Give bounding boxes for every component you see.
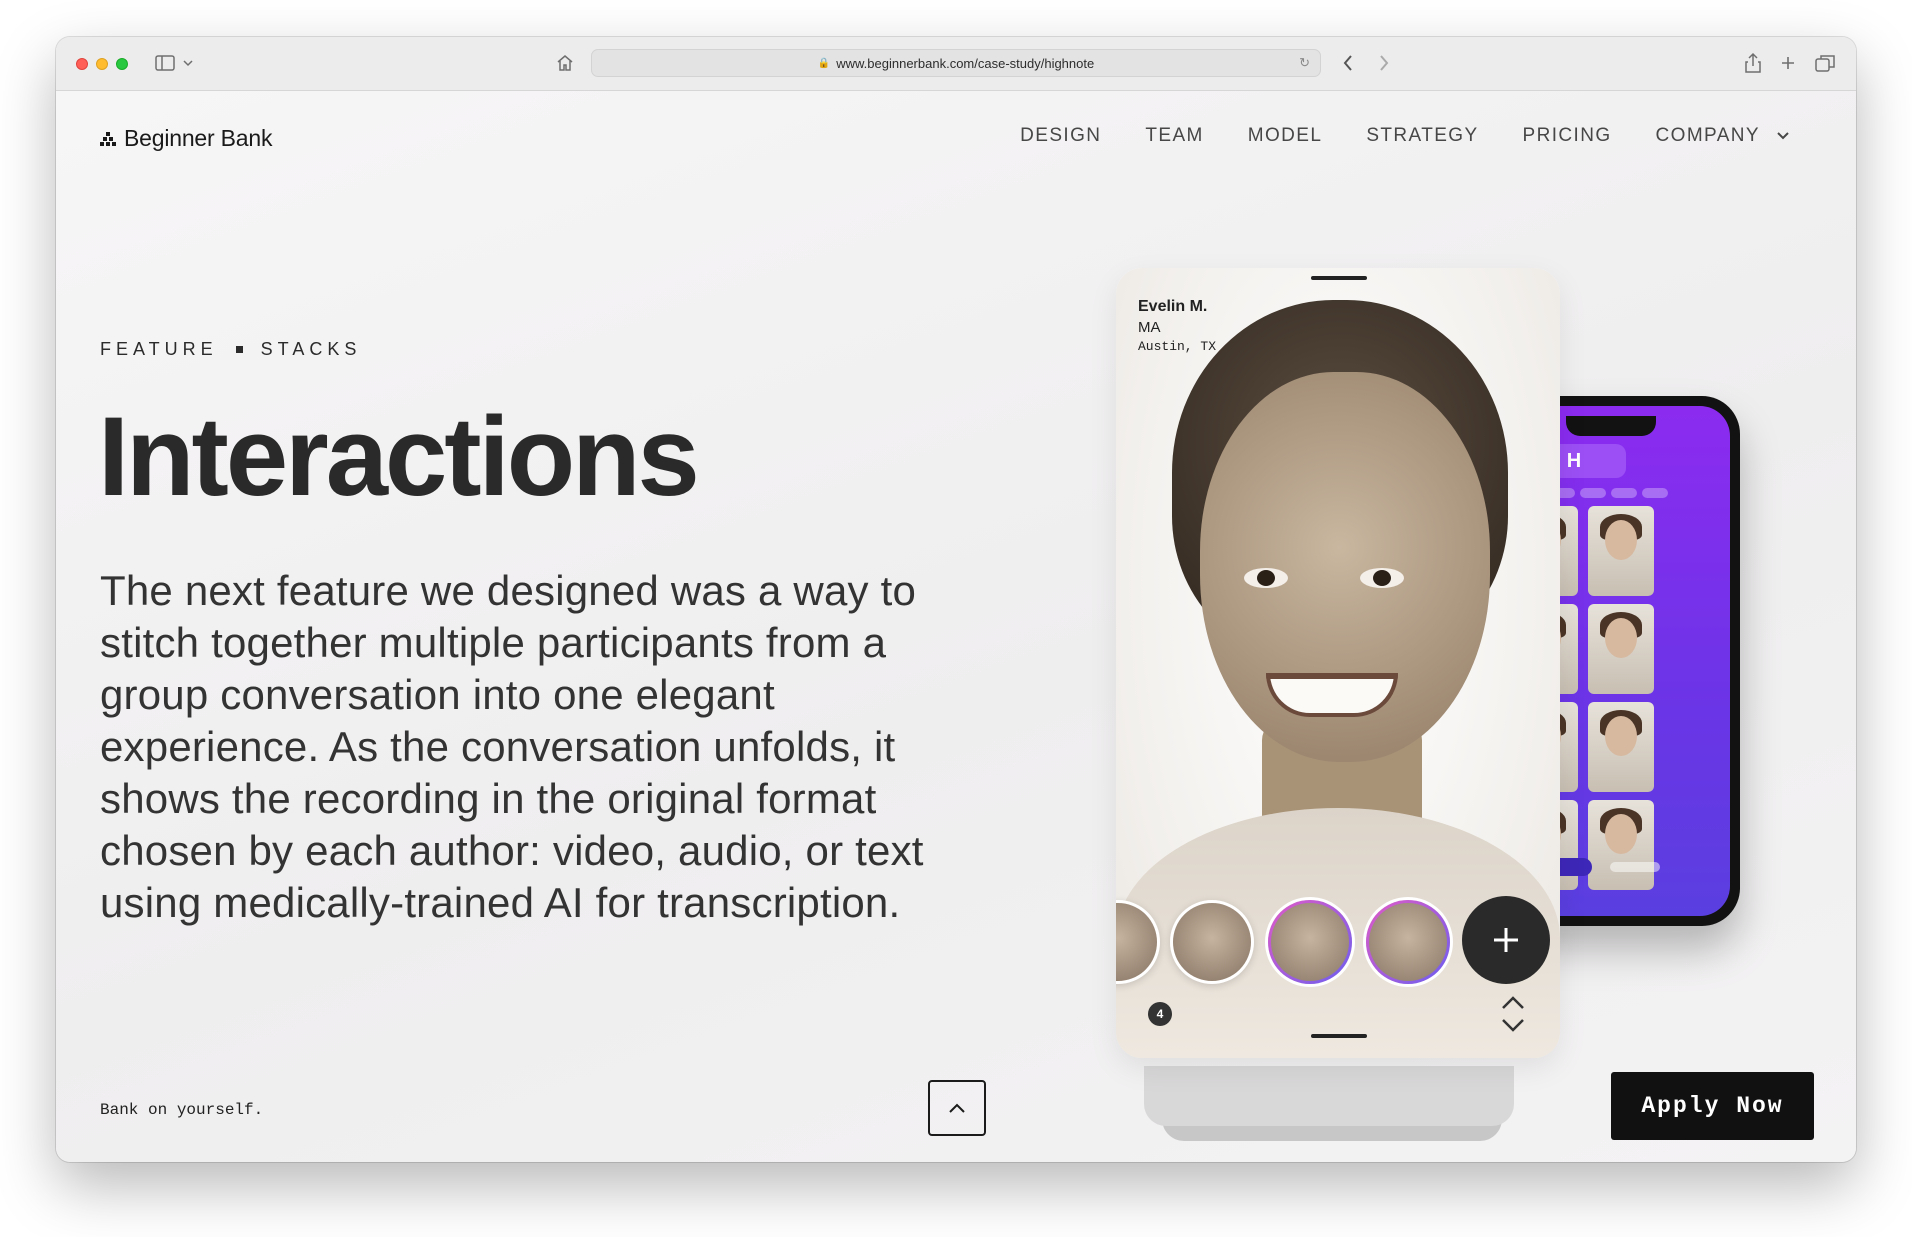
share-icon[interactable] xyxy=(1742,51,1764,75)
forward-icon[interactable] xyxy=(1374,53,1394,73)
sidebar-icon[interactable] xyxy=(154,54,176,72)
back-icon[interactable] xyxy=(1338,53,1358,73)
page-title: Interactions xyxy=(98,394,700,519)
lock-icon: 🔒 xyxy=(817,57,831,69)
phone-mockup-front: Evelin M. MA Austin, TX 4 xyxy=(1116,268,1560,1058)
chevron-down-icon[interactable] xyxy=(182,57,194,69)
brand-name: Beginner Bank xyxy=(124,125,273,151)
participant-avatars xyxy=(1116,896,1560,986)
home-icon[interactable] xyxy=(554,52,576,74)
expand-collapse-icon[interactable] xyxy=(1500,994,1526,1034)
participant-avatar-active[interactable] xyxy=(1268,900,1352,984)
eyebrow-separator xyxy=(235,346,243,353)
eyebrow: FEATURE STACKS xyxy=(100,339,361,360)
nav-item-pricing[interactable]: PRICING xyxy=(1523,125,1612,147)
tab-overview-icon[interactable] xyxy=(1814,53,1836,73)
nav-item-team[interactable]: TEAM xyxy=(1145,125,1203,147)
bank-logo-icon xyxy=(100,131,116,146)
eyebrow-stacks: STACKS xyxy=(260,339,362,359)
caller-info: Evelin M. MA Austin, TX xyxy=(1138,298,1216,354)
zoom-window-button[interactable] xyxy=(116,58,128,70)
participant-avatar-active[interactable] xyxy=(1366,900,1450,984)
reload-icon[interactable]: ↻ xyxy=(1299,55,1310,71)
caller-location: Austin, TX xyxy=(1138,339,1217,354)
apply-now-button[interactable]: Apply Now xyxy=(1611,1072,1814,1140)
scroll-to-top-button[interactable] xyxy=(928,1080,986,1136)
app-bottom-tab xyxy=(1610,862,1660,872)
participant-avatar[interactable] xyxy=(1170,900,1254,984)
profile-card xyxy=(1588,800,1654,890)
chevron-up-icon xyxy=(949,1103,965,1113)
drag-handle-top[interactable] xyxy=(1311,276,1367,280)
participant-avatar[interactable] xyxy=(1116,900,1160,984)
drag-handle-bottom[interactable] xyxy=(1311,1034,1367,1038)
nav-item-company-label: COMPANY xyxy=(1655,125,1760,146)
profile-card xyxy=(1588,604,1654,694)
eyebrow-feature: FEATURE xyxy=(100,339,218,359)
app-tab xyxy=(1611,488,1637,498)
phone-notch xyxy=(1566,416,1656,436)
new-tab-icon[interactable] xyxy=(1778,53,1798,73)
count-badge: 4 xyxy=(1148,1002,1172,1026)
nav-item-strategy[interactable]: STRATEGY xyxy=(1366,125,1478,147)
main-nav: DESIGN TEAM MODEL STRATEGY PRICING COMPA… xyxy=(1020,125,1790,147)
app-tab xyxy=(1580,488,1606,498)
profile-card xyxy=(1588,506,1654,596)
url-text: www.beginnerbank.com/case-study/highnote xyxy=(836,55,1095,71)
nav-item-design[interactable]: DESIGN xyxy=(1020,125,1101,147)
add-participant-button[interactable] xyxy=(1462,896,1550,984)
browser-toolbar: 🔒 www.beginnerbank.com/case-study/highno… xyxy=(56,37,1856,91)
profile-card xyxy=(1588,702,1654,792)
card-stack-layer xyxy=(1144,1066,1514,1126)
photo-eye xyxy=(1244,568,1288,588)
app-tab xyxy=(1642,488,1668,498)
hero-description: The next feature we designed was a way t… xyxy=(100,567,924,926)
photo-eye xyxy=(1360,568,1404,588)
brand[interactable]: Beginner Bank xyxy=(100,125,272,152)
minimize-window-button[interactable] xyxy=(96,58,108,70)
plus-icon xyxy=(1494,928,1518,952)
nav-item-company[interactable]: COMPANY xyxy=(1656,125,1790,147)
browser-window: 🔒 www.beginnerbank.com/case-study/highno… xyxy=(56,37,1856,1162)
nav-item-model[interactable]: MODEL xyxy=(1248,125,1323,147)
caller-name: Evelin M. xyxy=(1138,298,1208,315)
footer-tagline: Bank on yourself. xyxy=(100,1101,264,1119)
close-window-button[interactable] xyxy=(76,58,88,70)
caller-degree: MA xyxy=(1138,319,1161,336)
chevron-down-icon xyxy=(1777,132,1789,140)
page-content: Beginner Bank DESIGN TEAM MODEL STRATEGY… xyxy=(56,91,1856,1162)
address-bar[interactable]: 🔒 www.beginnerbank.com/case-study/highno… xyxy=(591,49,1321,77)
